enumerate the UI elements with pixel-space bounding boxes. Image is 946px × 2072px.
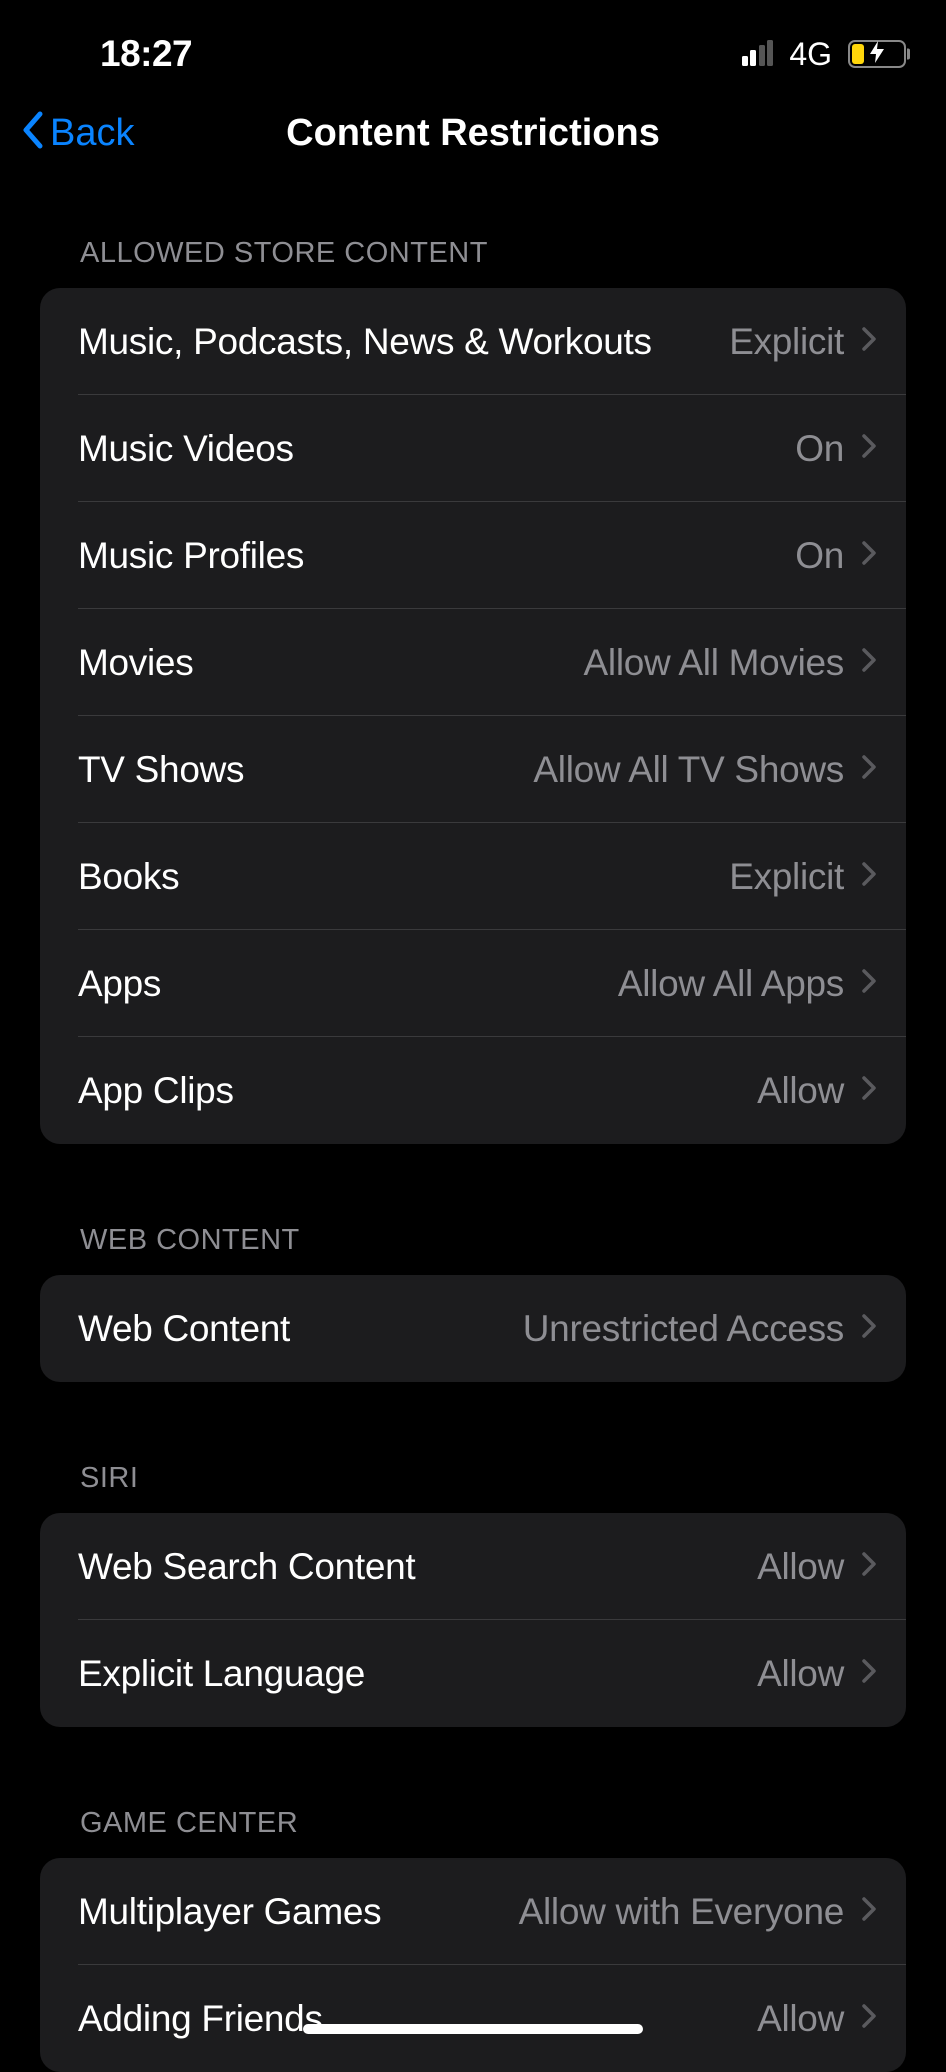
row-music-profiles[interactable]: Music Profiles On xyxy=(40,502,906,609)
charging-bolt-icon xyxy=(870,41,884,67)
row-value: Allow xyxy=(757,1070,844,1112)
row-label: TV Shows xyxy=(78,749,244,791)
chevron-right-icon xyxy=(862,648,876,678)
chevron-right-icon xyxy=(862,1659,876,1689)
row-movies[interactable]: Movies Allow All Movies xyxy=(40,609,906,716)
back-button[interactable]: Back xyxy=(20,110,134,157)
home-indicator[interactable] xyxy=(303,2024,643,2034)
row-label: Music Profiles xyxy=(78,535,304,577)
row-label: Music Videos xyxy=(78,428,294,470)
row-label: Web Content xyxy=(78,1308,290,1350)
status-bar: 18:27 4G xyxy=(0,0,946,85)
status-time: 18:27 xyxy=(100,33,192,75)
row-music-podcasts-news-workouts[interactable]: Music, Podcasts, News & Workouts Explici… xyxy=(40,288,906,395)
row-multiplayer-games[interactable]: Multiplayer Games Allow with Everyone xyxy=(40,1858,906,1965)
row-label: Movies xyxy=(78,642,193,684)
row-label: Books xyxy=(78,856,179,898)
section-header: GAME CENTER xyxy=(0,1727,946,1858)
row-value: Allow with Everyone xyxy=(519,1891,844,1933)
row-value: Allow All TV Shows xyxy=(533,749,844,791)
settings-group-web-content: Web Content Unrestricted Access xyxy=(40,1275,906,1382)
row-label: Apps xyxy=(78,963,161,1005)
section-header: ALLOWED STORE CONTENT xyxy=(0,197,946,288)
row-books[interactable]: Books Explicit xyxy=(40,823,906,930)
settings-group-game-center: Multiplayer Games Allow with Everyone Ad… xyxy=(40,1858,906,2072)
row-label: Music, Podcasts, News & Workouts xyxy=(78,321,652,363)
chevron-right-icon xyxy=(862,755,876,785)
row-label: Adding Friends xyxy=(78,1998,323,2040)
back-label: Back xyxy=(50,112,134,155)
network-type: 4G xyxy=(789,36,832,73)
chevron-left-icon xyxy=(20,110,44,157)
status-indicators: 4G xyxy=(742,36,906,73)
row-value: Unrestricted Access xyxy=(523,1308,844,1350)
row-web-content[interactable]: Web Content Unrestricted Access xyxy=(40,1275,906,1382)
row-explicit-language[interactable]: Explicit Language Allow xyxy=(40,1620,906,1727)
chevron-right-icon xyxy=(862,862,876,892)
row-tv-shows[interactable]: TV Shows Allow All TV Shows xyxy=(40,716,906,823)
row-label: App Clips xyxy=(78,1070,234,1112)
chevron-right-icon xyxy=(862,541,876,571)
row-label: Web Search Content xyxy=(78,1546,415,1588)
row-apps[interactable]: Apps Allow All Apps xyxy=(40,930,906,1037)
page-title: Content Restrictions xyxy=(286,112,660,155)
chevron-right-icon xyxy=(862,1076,876,1106)
battery-icon xyxy=(848,40,906,68)
section-header: WEB CONTENT xyxy=(0,1144,946,1275)
row-value: Allow xyxy=(757,1998,844,2040)
row-adding-friends[interactable]: Adding Friends Allow xyxy=(40,1965,906,2072)
row-app-clips[interactable]: App Clips Allow xyxy=(40,1037,906,1144)
row-web-search-content[interactable]: Web Search Content Allow xyxy=(40,1513,906,1620)
row-label: Explicit Language xyxy=(78,1653,365,1695)
chevron-right-icon xyxy=(862,969,876,999)
row-music-videos[interactable]: Music Videos On xyxy=(40,395,906,502)
row-value: Explicit xyxy=(729,321,844,363)
chevron-right-icon xyxy=(862,1897,876,1927)
settings-group-store-content: Music, Podcasts, News & Workouts Explici… xyxy=(40,288,906,1144)
settings-group-siri: Web Search Content Allow Explicit Langua… xyxy=(40,1513,906,1727)
row-value: On xyxy=(795,428,844,470)
chevron-right-icon xyxy=(862,434,876,464)
section-header: SIRI xyxy=(0,1382,946,1513)
row-label: Multiplayer Games xyxy=(78,1891,381,1933)
row-value: Explicit xyxy=(729,856,844,898)
chevron-right-icon xyxy=(862,1314,876,1344)
chevron-right-icon xyxy=(862,2004,876,2034)
cellular-signal-icon xyxy=(742,42,774,66)
row-value: Allow xyxy=(757,1546,844,1588)
chevron-right-icon xyxy=(862,1552,876,1582)
chevron-right-icon xyxy=(862,327,876,357)
navigation-bar: Back Content Restrictions xyxy=(0,85,946,197)
row-value: Allow All Movies xyxy=(584,642,844,684)
row-value: On xyxy=(795,535,844,577)
row-value: Allow All Apps xyxy=(618,963,844,1005)
row-value: Allow xyxy=(757,1653,844,1695)
